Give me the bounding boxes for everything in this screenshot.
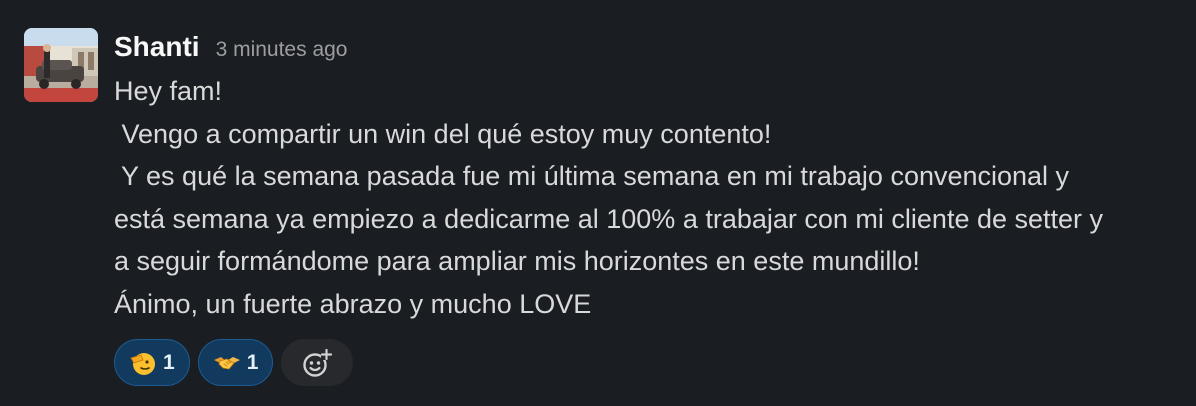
reaction-count: 1 [163, 350, 175, 374]
reactions-bar: 1 1 [114, 339, 354, 386]
author-name[interactable]: Shanti [114, 28, 200, 66]
message-line: está semana ya empiezo a dedicarme al 10… [114, 203, 1104, 234]
reaction-saluting-face[interactable]: 1 [114, 339, 190, 386]
message-line: Ánimo, un fuerte abrazo y mucho LOVE [114, 288, 592, 319]
add-reaction-button[interactable] [281, 339, 354, 386]
saluting-face-icon [129, 349, 157, 377]
message-line: Vengo a compartir un win del qué estoy m… [114, 118, 772, 149]
avatar-photo [24, 28, 98, 102]
message-line: a seguir formándome para ampliar mis hor… [114, 246, 920, 277]
message-line: Hey fam! [114, 76, 223, 106]
handshake-icon [213, 349, 241, 377]
message-header: Shanti 3 minutes ago [114, 28, 347, 66]
avatar[interactable] [24, 28, 98, 102]
reaction-count: 1 [246, 350, 259, 374]
timestamp[interactable]: 3 minutes ago [216, 31, 348, 69]
message-body: Hey fam! Vengo a compartir un win del qu… [114, 70, 1189, 326]
message-line: Y es qué la semana pasada fue mi última … [114, 161, 1070, 192]
add-emoji-icon [303, 348, 333, 377]
message: Shanti 3 minutes ago Hey fam! Vengo a co… [0, 0, 1196, 406]
reaction-handshake[interactable]: 1 [197, 339, 274, 386]
